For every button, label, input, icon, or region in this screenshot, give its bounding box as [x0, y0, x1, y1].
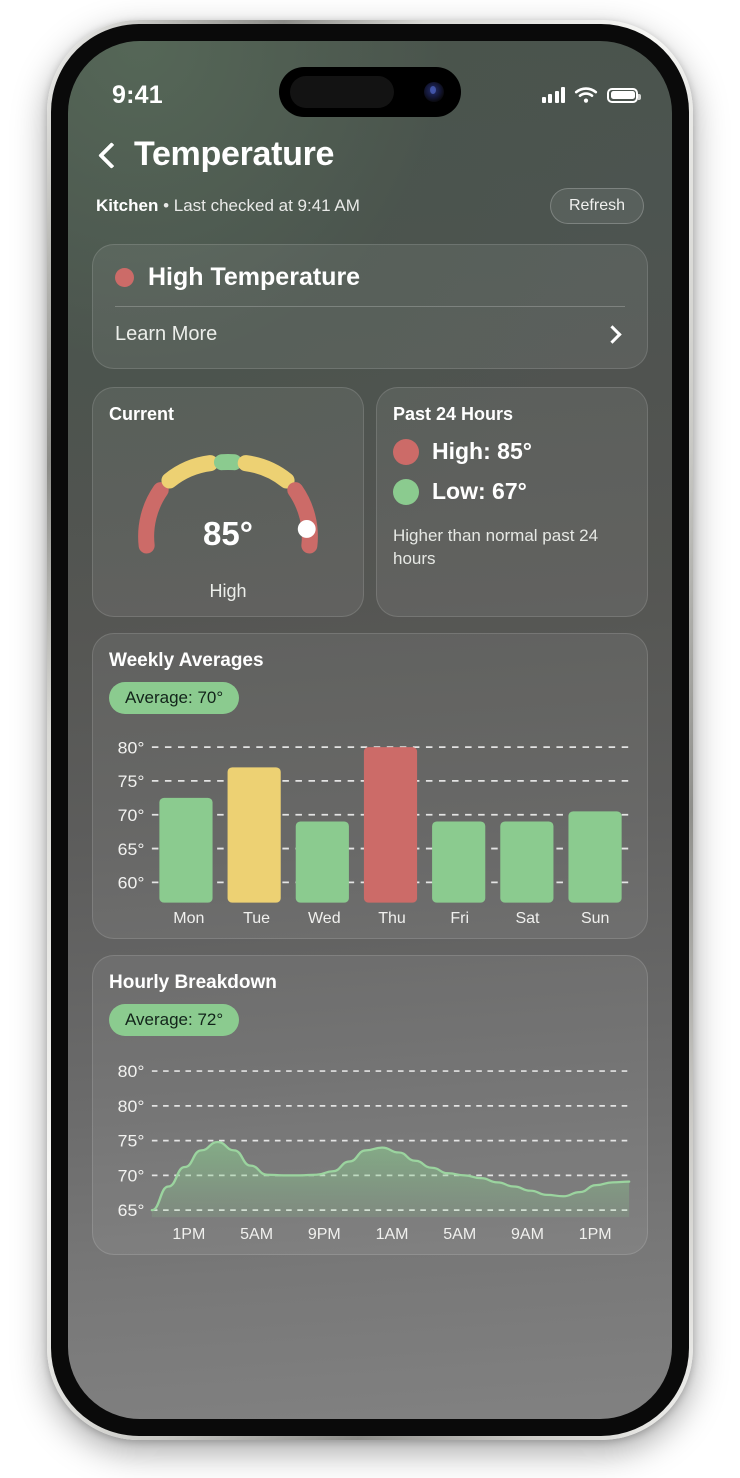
weekly-bar	[227, 767, 281, 903]
dynamic-island	[279, 67, 461, 117]
low-label: Low: 67°	[432, 478, 527, 504]
hourly-x-tick: 9PM	[307, 1226, 341, 1243]
summary-cards-row: Current 85° High Past 24 Hours High: 85°…	[92, 387, 648, 617]
last-checked-text: Kitchen • Last checked at 9:41 AM	[96, 196, 360, 216]
weekly-bar	[432, 821, 486, 903]
status-dot-icon	[115, 268, 134, 287]
room-name: Kitchen	[96, 196, 159, 215]
wifi-icon	[574, 87, 598, 103]
weekly-bar-chart: 80° 75° 70° 65° 60°	[109, 730, 631, 908]
hourly-x-tick: 1AM	[375, 1226, 409, 1243]
weekly-bar	[295, 821, 349, 903]
island-speaker	[290, 76, 394, 108]
hourly-y-tick: 75°	[118, 1132, 145, 1150]
temperature-gauge: 85°	[109, 429, 347, 579]
weekly-x-tick: Fri	[450, 910, 470, 927]
current-temperature-status: High	[209, 581, 247, 601]
status-bar-time: 9:41	[112, 80, 163, 109]
weekly-x-axis: Mon Tue Wed Thu Fri Sat Sun	[109, 910, 631, 928]
weekly-x-tick: Tue	[243, 910, 271, 927]
weekly-bar	[500, 821, 554, 903]
current-temperature-value: 85°	[203, 515, 253, 552]
hourly-average-pill: Average: 72°	[109, 1004, 240, 1036]
battery-full-icon	[607, 87, 641, 103]
front-camera-icon	[424, 82, 444, 102]
last-checked-status: Last checked at 9:41 AM	[173, 196, 360, 215]
cellular-bars-icon	[541, 87, 565, 103]
chevron-left-icon[interactable]	[96, 144, 118, 166]
status-bar-indicators	[541, 86, 641, 104]
phone-bezel: 9:41 Temperature Kitchen • Last checked …	[51, 24, 689, 1436]
weekly-x-tick: Wed	[307, 910, 341, 927]
app-content: Temperature Kitchen • Last checked at 9:…	[68, 119, 672, 1419]
alert-title: High Temperature	[148, 263, 361, 291]
hourly-y-tick: 65°	[118, 1202, 145, 1220]
weekly-x-tick: Sun	[580, 910, 610, 927]
weekly-y-tick: 60°	[118, 873, 145, 893]
weekly-bar	[363, 747, 418, 903]
hourly-area-fill	[151, 1142, 630, 1218]
alert-banner: High Temperature Learn More	[92, 244, 648, 369]
subtitle-bar: Kitchen • Last checked at 9:41 AM Refres…	[88, 174, 652, 224]
screenshot-stage: 9:41 Temperature Kitchen • Last checked …	[0, 0, 740, 1478]
hourly-x-tick: 1PM	[578, 1226, 612, 1243]
alert-header: High Temperature	[115, 263, 625, 306]
past-24-label: Past 24 Hours	[393, 404, 514, 424]
navigation-bar: Temperature	[88, 119, 652, 174]
learn-more-label: Learn More	[115, 323, 218, 345]
high-row: High: 85°	[393, 438, 631, 465]
past-24-note: Higher than normal past 24 hours	[393, 526, 599, 568]
weekly-x-tick: Mon	[173, 910, 205, 927]
phone-frame: 9:41 Temperature Kitchen • Last checked …	[47, 20, 693, 1440]
learn-more-row[interactable]: Learn More	[115, 307, 625, 362]
hourly-y-tick: 80°	[118, 1063, 145, 1081]
weekly-y-tick: 70°	[118, 805, 145, 825]
page-title: Temperature	[134, 135, 335, 173]
high-label: High: 85°	[432, 438, 532, 464]
separator: •	[158, 196, 174, 215]
hourly-x-tick: 5AM	[443, 1226, 477, 1243]
hourly-x-tick: 9AM	[511, 1226, 544, 1243]
chevron-right-icon	[603, 325, 622, 344]
hourly-y-tick: 70°	[118, 1167, 145, 1185]
hourly-x-tick: 5AM	[240, 1226, 274, 1243]
refresh-button[interactable]: Refresh	[549, 188, 644, 224]
low-dot-icon	[393, 478, 419, 505]
weekly-x-tick: Thu	[378, 910, 406, 927]
weekly-bar	[568, 811, 622, 903]
hourly-chart-title: Hourly Breakdown	[109, 972, 277, 993]
weekly-y-tick: 80°	[118, 738, 145, 758]
hourly-y-tick: 80°	[118, 1097, 145, 1115]
past-24-hours-card: Past 24 Hours High: 85° Low: 67° Higher …	[376, 387, 648, 617]
hourly-breakdown-card: Hourly Breakdown Average: 72° 80° 80° 75° 7…	[92, 955, 648, 1255]
hourly-x-tick: 1PM	[172, 1226, 206, 1243]
phone-screen: 9:41 Temperature Kitchen • Last checked …	[68, 41, 672, 1419]
weekly-y-tick: 65°	[118, 839, 145, 859]
hourly-area-chart: 80° 80° 75° 70° 65°	[109, 1052, 631, 1224]
current-temperature-card: Current 85° High	[92, 387, 364, 617]
weekly-chart-title: Weekly Averages	[109, 650, 264, 671]
high-dot-icon	[393, 438, 419, 465]
weekly-x-tick: Sat	[515, 910, 540, 927]
current-card-label: Current	[109, 404, 175, 424]
hourly-x-axis: 1PM 5AM 9PM 1AM 5AM 9AM 1PM	[109, 1226, 631, 1244]
weekly-averages-card: Weekly Averages Average: 70° 80° 75° 70° 65…	[92, 633, 648, 939]
weekly-average-pill: Average: 70°	[109, 682, 240, 714]
low-row: Low: 67°	[393, 478, 631, 505]
weekly-y-tick: 75°	[118, 772, 145, 792]
weekly-bar	[159, 797, 213, 903]
